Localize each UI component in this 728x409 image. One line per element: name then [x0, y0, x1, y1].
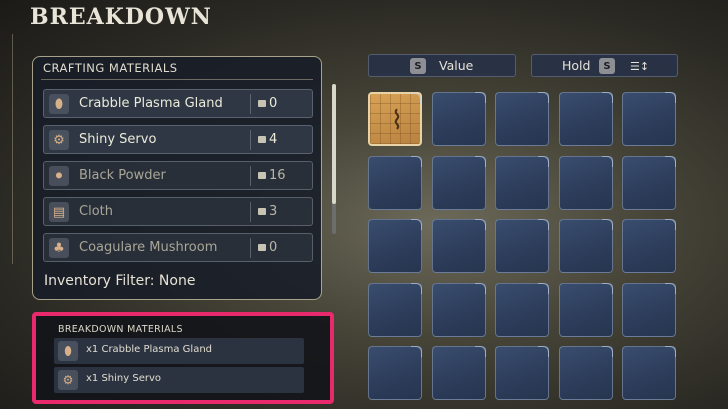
- inventory-slot[interactable]: [368, 156, 422, 210]
- inventory-slot[interactable]: [495, 92, 549, 146]
- crafting-material-row[interactable]: ⚙ Shiny Servo 4: [43, 125, 313, 154]
- servo-icon: ⚙: [58, 370, 78, 390]
- stack-icon: [258, 208, 266, 215]
- crafting-materials-header: CRAFTING MATERIALS: [43, 61, 178, 75]
- breakdown-material-label: x1 Crabble Plasma Gland: [86, 344, 213, 355]
- divider-line: [12, 34, 13, 264]
- inventory-slot[interactable]: [559, 156, 613, 210]
- inventory-slot[interactable]: [368, 219, 422, 273]
- inventory-slot[interactable]: [368, 346, 422, 400]
- gland-icon: ⬮: [58, 341, 78, 361]
- breakdown-materials-panel: BREAKDOWN MATERIALS ⬮ x1 Crabble Plasma G…: [32, 312, 334, 404]
- gland-icon: ⬮: [49, 94, 69, 114]
- inventory-filter-label[interactable]: Inventory Filter: None: [44, 273, 195, 289]
- inventory-slot[interactable]: [622, 346, 676, 400]
- cloth-icon: ▤: [49, 202, 69, 222]
- key-s-badge: S: [599, 58, 615, 74]
- material-count: 16: [269, 168, 286, 183]
- inventory-slot[interactable]: [495, 346, 549, 400]
- inventory-slot[interactable]: [368, 283, 422, 337]
- hold-label: Hold: [562, 58, 591, 73]
- inventory-slot[interactable]: [559, 283, 613, 337]
- breakdown-materials-header: BREAKDOWN MATERIALS: [58, 324, 183, 335]
- key-s-badge: S: [410, 58, 426, 74]
- material-name: Crabble Plasma Gland: [79, 96, 223, 111]
- inventory-slot[interactable]: [432, 156, 486, 210]
- divider-line: [250, 130, 251, 150]
- breakdown-material-row: ⬮ x1 Crabble Plasma Gland: [54, 338, 304, 364]
- scroll-thumb[interactable]: [332, 84, 336, 204]
- material-name: Cloth: [79, 204, 113, 219]
- inventory-slot-selected[interactable]: ⌇: [368, 92, 422, 146]
- inventory-slot[interactable]: [622, 283, 676, 337]
- material-count: 0: [269, 240, 278, 255]
- crafting-materials-panel: CRAFTING MATERIALS ⬮ Crabble Plasma Gland…: [32, 56, 336, 300]
- inventory-slot[interactable]: [432, 283, 486, 337]
- header-divider: [41, 79, 313, 80]
- crafting-material-row[interactable]: ♣ Coagulare Mushroom 0: [43, 233, 313, 262]
- stack-icon: [258, 244, 266, 251]
- inventory-slot[interactable]: [495, 283, 549, 337]
- inventory-slot[interactable]: [559, 219, 613, 273]
- crafting-material-row[interactable]: ⚫ Black Powder 16: [43, 161, 313, 190]
- breakdown-material-label: x1 Shiny Servo: [86, 373, 162, 384]
- sort-value-label: Value: [439, 58, 474, 73]
- crafting-material-row[interactable]: ▤ Cloth 3: [43, 197, 313, 226]
- page-title: BREAKDOWN: [30, 4, 212, 30]
- mushroom-icon: ♣: [49, 238, 69, 258]
- stack-icon: [258, 172, 266, 179]
- divider-line: [250, 202, 251, 222]
- inventory-slot[interactable]: [432, 92, 486, 146]
- servo-icon: ⚙: [49, 130, 69, 150]
- powder-icon: ⚫: [49, 166, 69, 186]
- sort-by-value-button[interactable]: S Value: [368, 54, 516, 77]
- hold-sort-button[interactable]: Hold S ☰↕: [531, 54, 678, 77]
- material-name: Shiny Servo: [79, 132, 157, 147]
- material-count: 4: [269, 132, 278, 147]
- inventory-slot[interactable]: [559, 346, 613, 400]
- scrollbar[interactable]: [332, 84, 336, 234]
- divider-line: [250, 238, 251, 258]
- material-count: 3: [269, 204, 278, 219]
- divider-line: [250, 94, 251, 114]
- inventory-slot[interactable]: [432, 219, 486, 273]
- stack-icon: [258, 100, 266, 107]
- inventory-slot[interactable]: [622, 156, 676, 210]
- inventory-slot[interactable]: [432, 346, 486, 400]
- material-name: Coagulare Mushroom: [79, 240, 218, 255]
- inventory-slot[interactable]: [622, 92, 676, 146]
- inventory-slot[interactable]: [559, 92, 613, 146]
- blaster-icon: ⌇: [390, 106, 404, 136]
- material-name: Black Powder: [79, 168, 166, 183]
- divider-line: [250, 166, 251, 186]
- inventory-slot[interactable]: [622, 219, 676, 273]
- stack-icon: [258, 136, 266, 143]
- inventory-slot[interactable]: [495, 219, 549, 273]
- sort-icon: ☰↕: [630, 60, 650, 73]
- crafting-material-row[interactable]: ⬮ Crabble Plasma Gland 0: [43, 89, 313, 118]
- material-count: 0: [269, 96, 278, 111]
- breakdown-material-row: ⚙ x1 Shiny Servo: [54, 367, 304, 393]
- inventory-slot[interactable]: [495, 156, 549, 210]
